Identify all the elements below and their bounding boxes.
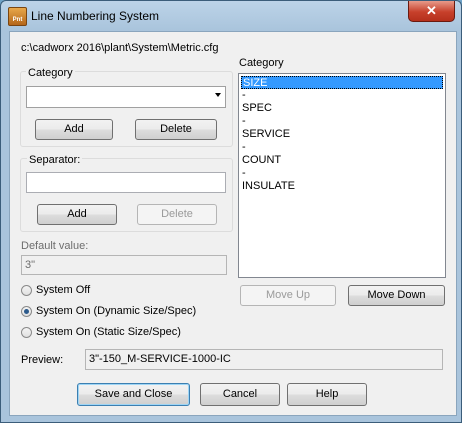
list-item[interactable]: INSULATE [241,180,444,193]
separator-input[interactable] [26,172,226,193]
radio-system-on-static-label[interactable]: System On (Static Size/Spec) [36,326,181,338]
radio-system-off[interactable] [21,285,32,296]
category-dropdown[interactable] [26,86,226,108]
move-up-button[interactable]: Move Up [240,285,336,306]
dialog-window: Pnt Line Numbering System ✕ c:\cadworx 2… [0,0,462,423]
separator-label: Separator: [27,154,83,166]
preview-label: Preview: [21,354,64,366]
default-value-text: 3" [25,259,36,271]
radio-system-on-static[interactable] [21,327,32,338]
category-list-label: Category [239,57,284,69]
category-delete-button[interactable]: Delete [135,119,217,140]
radio-system-on-dynamic[interactable] [21,306,32,317]
move-down-button[interactable]: Move Down [348,285,445,306]
chevron-down-icon [215,93,221,97]
default-value-label: Default value: [21,240,89,252]
list-item[interactable]: - [241,89,444,102]
list-item[interactable]: COUNT [241,154,444,167]
list-item[interactable]: SERVICE [241,128,444,141]
list-item[interactable]: SIZE [241,76,443,89]
separator-add-button[interactable]: Add [37,204,117,225]
list-item[interactable]: - [241,141,444,154]
radio-system-on-dynamic-label[interactable]: System On (Dynamic Size/Spec) [36,305,196,317]
radio-system-off-label[interactable]: System Off [36,284,90,296]
window-title: Line Numbering System [31,9,160,23]
dialog-body: c:\cadworx 2016\plant\System\Metric.cfg … [9,31,457,416]
default-value-input[interactable]: 3" [21,255,227,275]
list-item[interactable]: - [241,115,444,128]
category-listbox[interactable]: SIZE - SPEC - SERVICE - COUNT - INSULATE [238,73,446,278]
close-button[interactable]: ✕ [408,1,455,22]
category-add-button[interactable]: Add [35,119,113,140]
category-group-label: Category [26,67,75,79]
title-bar[interactable]: Pnt Line Numbering System ✕ [1,1,461,31]
list-item[interactable]: - [241,167,444,180]
preview-field: 3"-150_M-SERVICE-1000-IC [85,349,443,370]
config-path: c:\cadworx 2016\plant\System\Metric.cfg [21,42,219,54]
help-button[interactable]: Help [287,383,367,406]
cancel-button[interactable]: Cancel [200,383,280,406]
separator-delete-button[interactable]: Delete [137,204,217,225]
save-and-close-button[interactable]: Save and Close [77,383,190,406]
app-icon: Pnt [8,7,27,26]
preview-value: 3"-150_M-SERVICE-1000-IC [89,353,231,365]
list-item[interactable]: SPEC [241,102,444,115]
